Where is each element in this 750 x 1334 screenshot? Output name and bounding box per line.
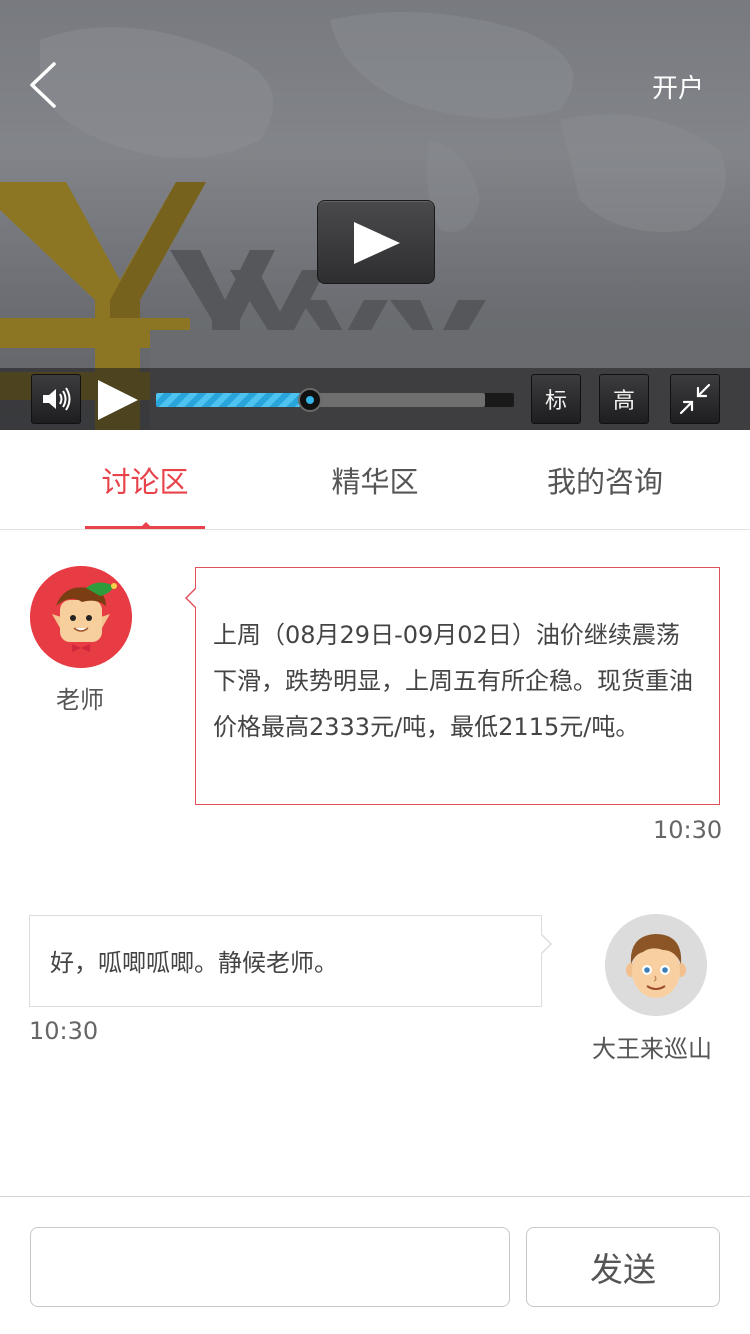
teacher-message-text: 上周（08月29日-09月02日）油价继续震荡下滑，跌势明显，上周五有所企稳。现… — [213, 621, 693, 741]
progress-played — [156, 393, 310, 407]
tab-my-consultation[interactable]: 我的咨询 — [500, 430, 710, 530]
user-message-bubble[interactable]: 好，呱唧呱唧。静候老师。 — [29, 915, 552, 1007]
user-name: 大王来巡山 — [592, 1035, 712, 1063]
center-play-button[interactable] — [317, 200, 435, 284]
elf-avatar-icon — [30, 566, 132, 668]
standard-quality-button[interactable]: 标 — [531, 374, 581, 424]
boy-avatar-icon — [605, 914, 707, 1016]
volume-button[interactable] — [31, 374, 81, 424]
active-tab-indicator — [85, 522, 205, 529]
tab-highlights[interactable]: 精华区 — [270, 430, 480, 530]
tab-discussion[interactable]: 讨论区 — [40, 430, 250, 530]
teacher-message-time: 10:30 — [653, 816, 723, 844]
open-account-link[interactable]: 开户 — [652, 68, 704, 105]
play-icon — [354, 222, 400, 264]
tab-bar: 讨论区 精华区 我的咨询 — [0, 430, 750, 530]
chevron-left-icon — [30, 62, 56, 108]
video-progress-bar[interactable] — [156, 388, 514, 412]
user-message-text: 好，呱唧呱唧。静候老师。 — [50, 949, 338, 977]
teacher-name: 老师 — [56, 686, 104, 714]
play-button[interactable] — [96, 378, 140, 426]
teacher-avatar[interactable] — [30, 566, 132, 668]
progress-knob[interactable] — [297, 388, 322, 412]
teacher-message-bubble[interactable]: 上周（08月29日-09月02日）油价继续震荡下滑，跌势明显，上周五有所企稳。现… — [185, 567, 720, 805]
back-button[interactable] — [26, 58, 66, 112]
play-icon — [98, 380, 138, 420]
message-input[interactable] — [30, 1227, 510, 1307]
high-quality-button[interactable]: 高 — [599, 374, 649, 424]
volume-icon — [43, 387, 71, 411]
video-control-bar: 标 高 — [0, 368, 750, 430]
video-player[interactable]: 开户 标 高 — [0, 0, 750, 430]
user-avatar[interactable] — [605, 914, 707, 1016]
exit-fullscreen-icon — [679, 383, 711, 415]
send-button[interactable]: 发送 — [526, 1227, 720, 1307]
message-composer: 发送 — [0, 1196, 750, 1334]
exit-fullscreen-button[interactable] — [670, 374, 720, 424]
user-message-time: 10:30 — [29, 1017, 99, 1045]
